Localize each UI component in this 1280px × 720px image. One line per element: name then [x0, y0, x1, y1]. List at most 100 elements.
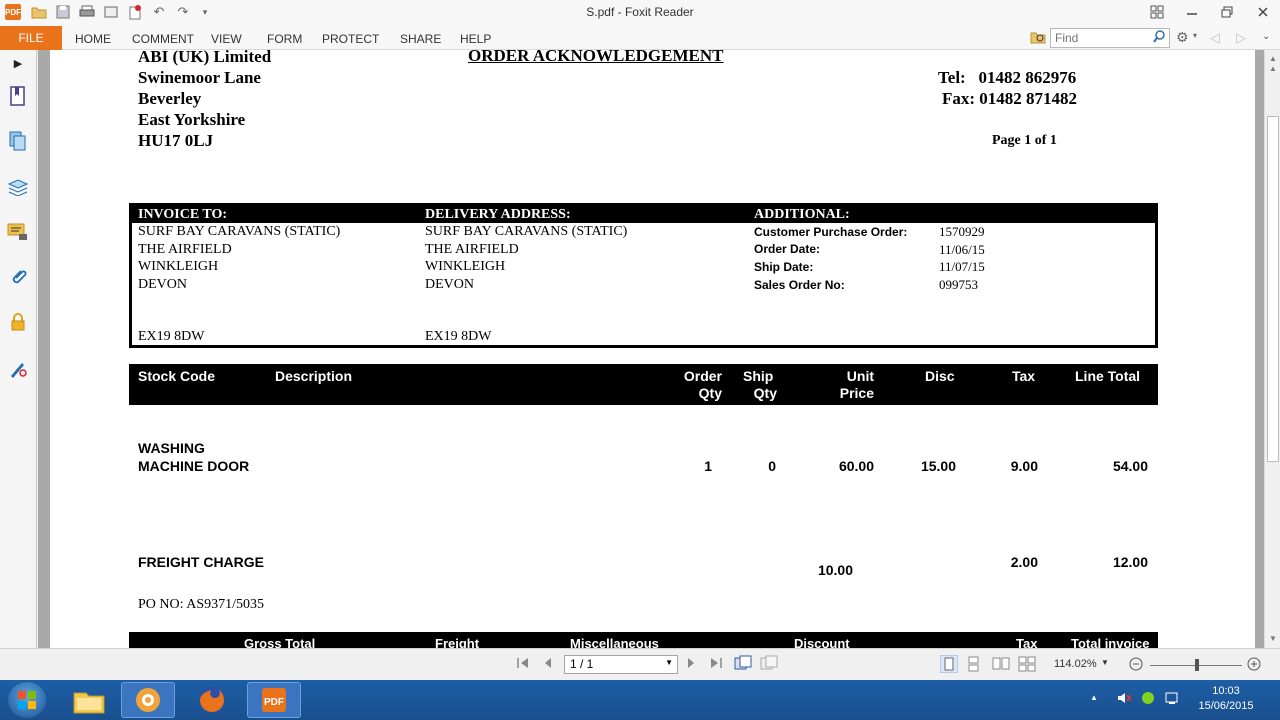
facing-view-icon[interactable]: [992, 656, 1010, 675]
bookmarks-icon[interactable]: [7, 85, 29, 107]
search-icon[interactable]: [1153, 30, 1166, 47]
tab-help[interactable]: HELP: [460, 32, 491, 46]
previous-page-icon[interactable]: [543, 657, 553, 672]
file-tab[interactable]: FILE: [0, 26, 62, 50]
document-page: ABI (UK) Limited Swinemoor Lane Beverley…: [50, 50, 1255, 648]
col-unit-price-line2: Price: [839, 385, 874, 401]
company-address: ABI (UK) Limited Swinemoor Lane Beverley…: [138, 50, 271, 151]
col-ship-qty-line1: Ship: [743, 368, 774, 384]
scroll-down-icon[interactable]: ▼: [1267, 632, 1279, 644]
layers-icon[interactable]: [7, 176, 29, 198]
continuous-facing-view-icon[interactable]: [1018, 656, 1036, 675]
start-button[interactable]: [8, 682, 46, 718]
volume-muted-icon[interactable]: [1116, 690, 1132, 709]
ship-date-label: Ship Date:: [754, 260, 814, 274]
last-page-icon[interactable]: [709, 657, 723, 672]
next-view-nav-icon[interactable]: [760, 655, 778, 674]
page-dropdown-icon[interactable]: ▼: [665, 658, 673, 667]
action-center-icon[interactable]: [1164, 690, 1180, 709]
freight-line-total: 12.00: [1112, 554, 1148, 570]
settings-gear-icon[interactable]: ⚙: [1176, 29, 1189, 46]
item-unit-price: 60.00: [838, 458, 874, 474]
show-hidden-icons-icon[interactable]: ▲: [1090, 693, 1098, 702]
item-code-line2: MACHINE DOOR: [138, 458, 250, 474]
previous-view-nav-icon[interactable]: [734, 655, 752, 674]
next-view-icon[interactable]: ▷: [1236, 30, 1246, 46]
clock-date: 15/06/2015: [1198, 700, 1254, 712]
tax-header: Tax: [1016, 636, 1038, 648]
tab-protect[interactable]: PROTECT: [322, 32, 379, 46]
security-lock-icon[interactable]: [7, 311, 29, 333]
navigation-panel: ▶: [0, 50, 37, 648]
total-invoice-header: Total invoice: [1071, 636, 1150, 648]
tab-share[interactable]: SHARE: [400, 32, 441, 46]
panel-divider[interactable]: [38, 50, 50, 648]
discount-header: Discount: [794, 636, 850, 648]
item-line-total: 54.00: [1112, 458, 1148, 474]
additional-label: ADDITIONAL:: [754, 207, 850, 222]
document-heading: ORDER ACKNOWLEDGEMENT: [468, 50, 724, 65]
continuous-view-icon[interactable]: [967, 656, 981, 675]
zoom-out-icon[interactable]: [1129, 657, 1143, 674]
invoice-line: WINKLEIGH: [138, 259, 219, 274]
ribbon-menu: FILE HOME COMMENT VIEW FORM PROTECT SHAR…: [0, 26, 1280, 50]
miscellaneous-header: Miscellaneous: [570, 636, 659, 648]
delivery-postcode: EX19 8DW: [425, 329, 492, 344]
item-code: WASHING MACHINE DOOR: [138, 439, 249, 475]
search-folder-icon[interactable]: [1030, 29, 1046, 48]
close-button[interactable]: [1248, 2, 1278, 22]
zoom-level[interactable]: 114.02%: [1054, 658, 1097, 670]
previous-view-icon[interactable]: ◁: [1210, 30, 1220, 46]
settings-dropdown-icon[interactable]: ▾: [1193, 31, 1197, 40]
ship-date-value: 11/07/15: [939, 259, 985, 274]
single-page-view-icon[interactable]: [939, 654, 959, 676]
expand-panel-icon[interactable]: ▶: [7, 52, 29, 74]
col-unit-price-line1: Unit: [846, 368, 874, 384]
delivery-line: SURF BAY CARAVANS (STATIC): [425, 224, 628, 239]
tab-home[interactable]: HOME: [75, 32, 111, 46]
invoice-postcode: EX19 8DW: [138, 329, 205, 344]
windows-taskbar: PDF ▲ 10:03 15/06/2015: [0, 680, 1280, 720]
file-explorer-icon[interactable]: [62, 682, 116, 718]
next-page-icon[interactable]: [686, 657, 696, 672]
company-postcode: HU17 0LJ: [138, 131, 214, 150]
item-tax: 9.00: [1010, 458, 1038, 474]
contact-details: Tel: 01482 862976 Fax: 01482 871482: [938, 67, 1077, 109]
company-county: East Yorkshire: [138, 110, 246, 129]
vertical-scrollbar[interactable]: ▲ ▲ ▼: [1264, 50, 1280, 648]
telephone: Tel: 01482 862976: [938, 68, 1077, 87]
comments-icon[interactable]: [7, 221, 29, 243]
tab-view[interactable]: VIEW: [211, 32, 242, 46]
tab-comment[interactable]: COMMENT: [132, 32, 194, 46]
pages-icon[interactable]: [7, 130, 29, 152]
tab-form[interactable]: FORM: [267, 32, 302, 46]
order-date-value: 11/06/15: [939, 242, 985, 257]
minimize-button[interactable]: [1177, 2, 1207, 22]
scroll-up-icon[interactable]: ▲: [1267, 62, 1279, 74]
page-number-input[interactable]: 1 / 1 ▼: [564, 655, 678, 674]
col-ship-qty-line2: Qty: [753, 385, 777, 401]
item-order-qty: 1: [704, 458, 712, 474]
firefox-icon[interactable]: [185, 682, 239, 718]
zoom-slider-thumb[interactable]: [1195, 659, 1199, 671]
zoom-dropdown-icon[interactable]: ▼: [1101, 658, 1109, 667]
title-bar: PDF ↶ ↷ ▾ S.pdf - Foxit Reader: [0, 0, 1280, 26]
network-status-icon[interactable]: [1140, 690, 1156, 709]
first-page-icon[interactable]: [516, 657, 530, 672]
ribbon-toggle-icon[interactable]: [1142, 2, 1172, 22]
attachments-icon[interactable]: [7, 266, 29, 288]
foxit-reader-task-icon[interactable]: PDF: [247, 682, 301, 718]
find-input[interactable]: [1051, 29, 1147, 47]
taskbar-clock[interactable]: 10:03 15/06/2015: [1196, 684, 1256, 714]
zoom-in-icon[interactable]: [1247, 657, 1261, 674]
col-line-total: Line Total: [1075, 368, 1141, 384]
freight-tax: 2.00: [1010, 554, 1038, 570]
invoice-line: DEVON: [138, 277, 187, 292]
signatures-icon[interactable]: [7, 358, 29, 380]
scrollbar-thumb[interactable]: [1267, 116, 1279, 462]
restore-button[interactable]: [1212, 2, 1242, 22]
col-stock-code: Stock Code: [138, 368, 216, 384]
outlook-icon[interactable]: [121, 682, 175, 718]
address-header: INVOICE TO: DELIVERY ADDRESS: ADDITIONAL…: [132, 206, 1155, 223]
collapse-ribbon-icon[interactable]: ⌄: [1262, 31, 1270, 42]
